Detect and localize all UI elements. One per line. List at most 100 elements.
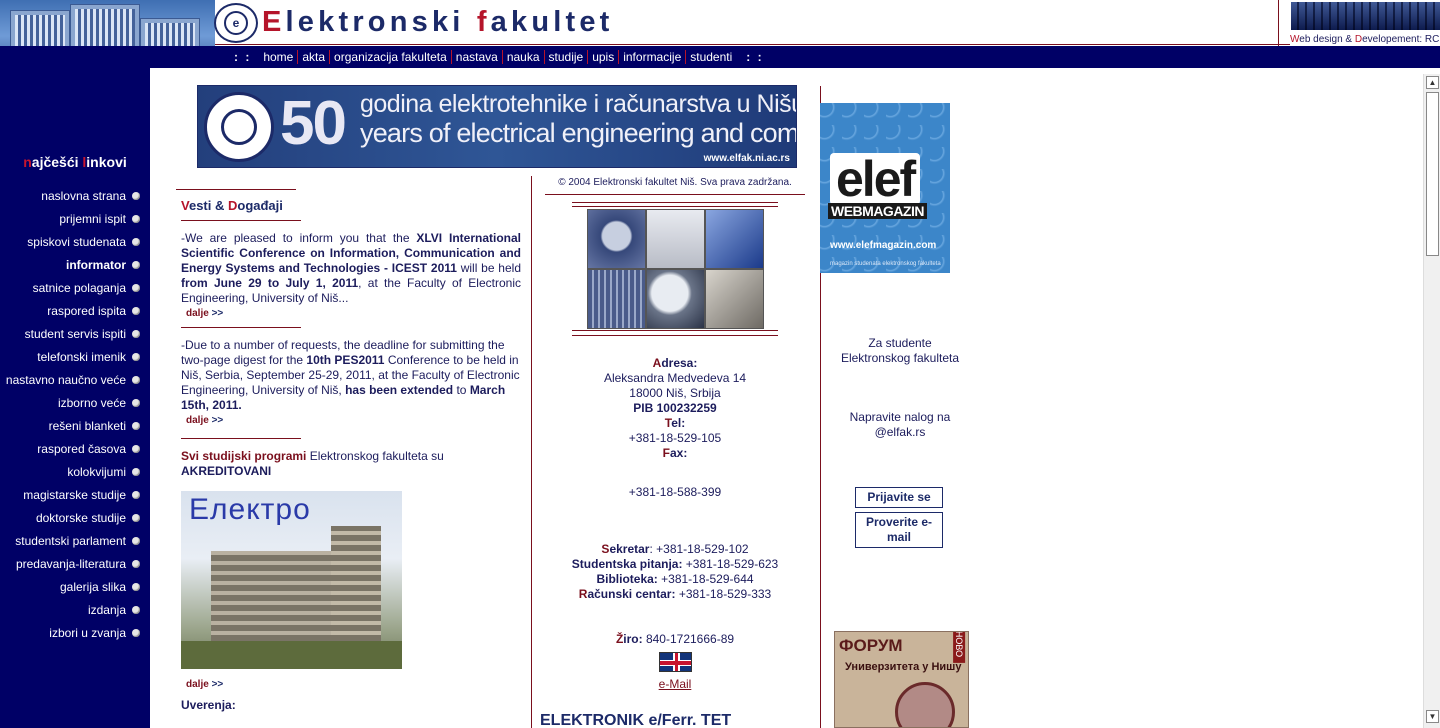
faculty-logo[interactable]: e [214, 3, 258, 43]
fax-number: +381-18-588-399 [628, 485, 722, 499]
bullet-icon [132, 536, 140, 545]
sidebar-item-label: predavanja-literatura [15, 556, 126, 571]
collage-top-line [572, 206, 778, 207]
sidebar-item-telefonski-imenik[interactable]: telefonski imenik [0, 345, 150, 368]
bullet-icon [132, 398, 140, 407]
anniversary-banner[interactable]: 50 godina elektrotehnike i računarstva u… [197, 85, 797, 168]
sidebar-item-prijemni-ispit[interactable]: prijemni ispit [0, 207, 150, 230]
bullet-icon [132, 375, 140, 384]
faculty-building-photo[interactable]: Електро [181, 491, 402, 669]
sidebar-item-predavanja-literatura[interactable]: predavanja-literatura [0, 552, 150, 575]
forum-subtitle: Универзитета у Нишу [845, 661, 962, 673]
page: e Elektronski fakultet Web design & Deve… [0, 0, 1440, 728]
pib-number: PIB 100232259 [633, 401, 717, 415]
banner-number: 50 [280, 89, 347, 158]
sidebar-item-label: nastavno naučno veće [5, 372, 126, 387]
nav-item-organizacija-fakulteta[interactable]: organizacija fakulteta [329, 50, 451, 64]
elef-tagline: magazin studenata elektronskog fakulteta [830, 261, 941, 267]
nav-dots-right: : : [746, 50, 764, 64]
banner-line-english: years of electrical engineering and comp… [360, 118, 797, 148]
faculty-collage-image[interactable] [587, 209, 764, 329]
bullet-icon [132, 306, 140, 315]
forum-title: ФОРУМ [839, 636, 903, 655]
bullet-icon [132, 490, 140, 499]
news-heading: Vesti & Događaji [181, 198, 283, 213]
scrollbar-thumb[interactable] [1426, 92, 1439, 256]
email-link[interactable]: e-Mail [659, 677, 692, 691]
nav-item-nastava[interactable]: nastava [450, 50, 502, 64]
nav-item-home[interactable]: home [259, 50, 297, 64]
check-email-button[interactable]: Proverite e-mail [855, 512, 943, 548]
sidebar-item-label: satnice polaganja [32, 280, 126, 295]
sidebar-item-izdanja[interactable]: izdanja [0, 598, 150, 621]
login-button[interactable]: Prijavite se [855, 487, 943, 508]
nav-items: home akta organizacija fakulteta nastava nau… [259, 50, 736, 64]
sidebar-item-spiskovi-studenata[interactable]: spiskovi studenata [0, 230, 150, 253]
nav-item-studenti[interactable]: studenti [685, 50, 736, 64]
nav-item-akta[interactable]: akta [297, 50, 329, 64]
nav-item-studije[interactable]: studije [543, 50, 588, 64]
sidebar-item-label: izborno veće [57, 395, 126, 410]
sidebar-item-label: magistarske studije [23, 487, 126, 502]
sidebar-item-raspored-ispita[interactable]: raspored ispita [0, 299, 150, 322]
sidebar-item-raspored-časova[interactable]: raspored časova [0, 437, 150, 460]
bullet-icon [132, 260, 140, 269]
phone-number: +381-18-529-105 [628, 431, 722, 445]
sidebar-item-rešeni-blanketi[interactable]: rešeni blanketi [0, 414, 150, 437]
sidebar-item-satnice-polaganja[interactable]: satnice polaganja [0, 276, 150, 299]
copyright-notice: © 2004 Elektronski fakultet Niš. Sva pra… [558, 177, 792, 188]
sidebar-item-kolokvijumi[interactable]: kolokvijumi [0, 460, 150, 483]
news-divider [181, 327, 301, 328]
elef-logo-text: elef [830, 153, 921, 205]
sidebar-item-doktorske-studije[interactable]: doktorske studije [0, 506, 150, 529]
university-seal-icon [204, 92, 274, 162]
create-account-text: Napravite nalog na @elfak.rs [849, 410, 951, 439]
scroll-up-arrow-icon[interactable]: ▲ [1426, 76, 1439, 89]
photo-caption-text: Електро [189, 493, 311, 526]
address-city: 18000 Niš, Srbija [629, 386, 721, 400]
scroll-down-arrow-icon[interactable]: ▼ [1426, 710, 1439, 723]
news-more-link-2[interactable]: dalje >> [186, 415, 521, 426]
english-flag-icon[interactable] [545, 652, 805, 676]
bullet-icon [132, 582, 140, 591]
sidebar-item-izborno-veće[interactable]: izborno veće [0, 391, 150, 414]
news-item-icest: -We are pleased to inform you that the X… [181, 231, 521, 305]
nav-item-upis[interactable]: upis [587, 50, 618, 64]
sidebar-item-informator[interactable]: informator [0, 253, 150, 276]
sidebar-item-galerija-slika[interactable]: galerija slika [0, 575, 150, 598]
sidebar-item-nastavno-naučno-veće[interactable]: nastavno naučno veće [0, 368, 150, 391]
news-item-pes: -Due to a number of requests, the deadli… [181, 338, 520, 412]
bullet-icon [132, 191, 140, 200]
sidebar-item-magistarske-studije[interactable]: magistarske studije [0, 483, 150, 506]
news-more-link-1[interactable]: dalje >> [186, 308, 521, 319]
sidebar-item-label: telefonski imenik [37, 349, 126, 364]
sidebar-item-izbori-u-zvanja[interactable]: izbori u zvanja [0, 621, 150, 644]
address-street: Aleksandra Medvedeva 14 [603, 371, 747, 385]
sidebar-item-naslovna-strana[interactable]: naslovna strana [0, 184, 150, 207]
top-navigation: : : home akta organizacija fakulteta nastav… [226, 46, 772, 68]
bullet-icon [132, 329, 140, 338]
page-scrollbar[interactable]: ▲ ▼ [1423, 74, 1440, 728]
news-divider [181, 438, 301, 439]
sidebar-item-label: spiskovi studenata [27, 234, 126, 249]
bullet-icon [132, 237, 140, 246]
elef-webmagazin-banner[interactable]: elef WEBMAGAZIN www.elefmagazin.com maga… [820, 103, 950, 273]
column-separator [531, 176, 532, 728]
sidebar-item-studentski-parlament[interactable]: studentski parlament [0, 529, 150, 552]
collage-bottom-line [572, 335, 778, 336]
sidebar-item-label: kolokvijumi [67, 464, 126, 479]
sidebar-item-label: raspored ispita [47, 303, 126, 318]
university-forum-banner[interactable]: ФОРУМ Универзитета у Нишу НОВО [834, 631, 969, 728]
elef-subtitle: WEBMAGAZIN [828, 203, 927, 219]
sidebar-item-label: rešeni blanketi [48, 418, 126, 433]
nav-item-informacije[interactable]: informacije [618, 50, 685, 64]
accreditation-note: Svi studijski programi Elektronskog faku… [181, 449, 444, 478]
site-title: Elektronski fakultet [262, 6, 614, 38]
sidebar-item-student-servis-ispiti[interactable]: student servis ispiti [0, 322, 150, 345]
nav-item-nauka[interactable]: nauka [501, 50, 544, 64]
bullet-icon [132, 421, 140, 430]
news-more-link-3[interactable]: dalje >> [186, 679, 521, 690]
bank-account: Žiro: 840-1721666-89 [615, 632, 735, 646]
student-email-heading: Za studente Elektronskog fakulteta [840, 336, 960, 365]
banner-line-serbian: godina elektrotehnike i računarstva u Ni… [360, 90, 797, 118]
